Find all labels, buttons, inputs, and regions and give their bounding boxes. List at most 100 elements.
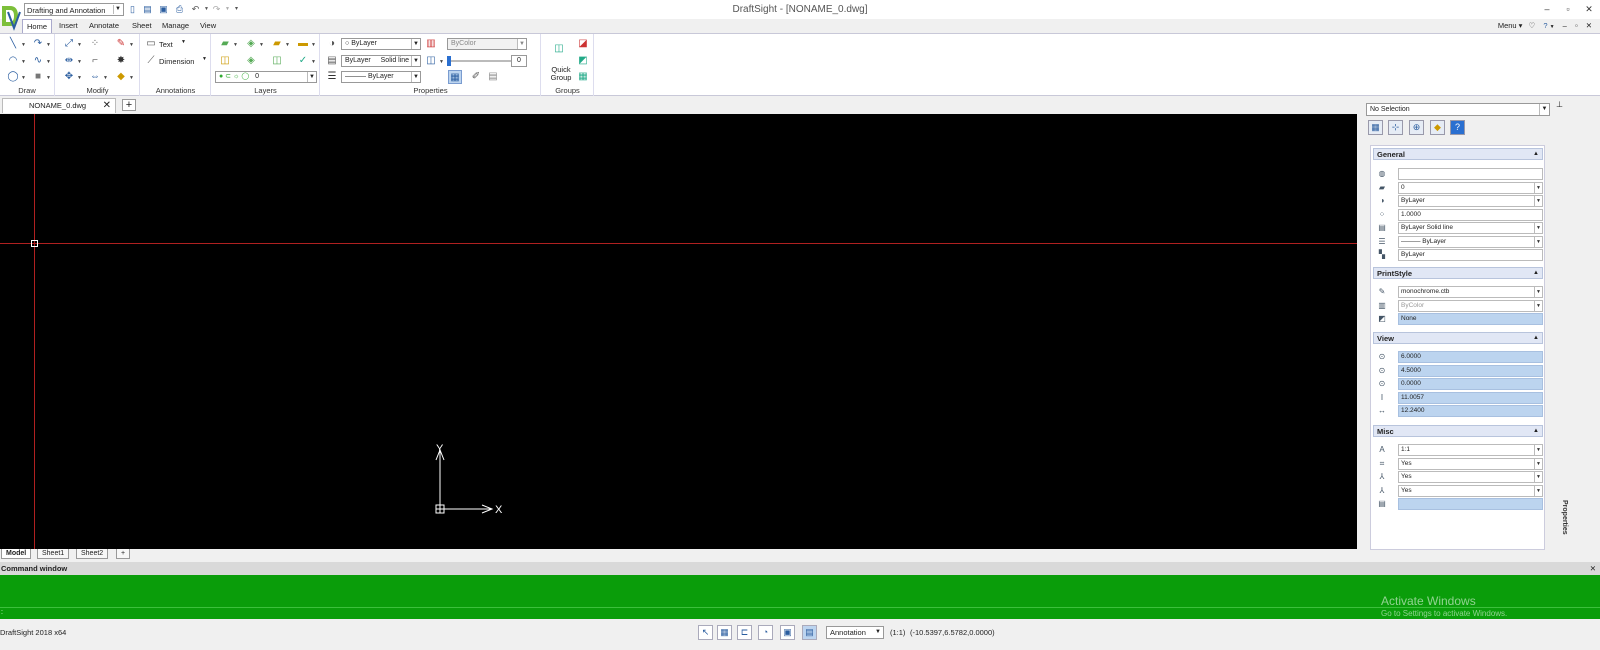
chevron-down-icon[interactable]: ▼ xyxy=(1534,485,1542,496)
tab-home[interactable]: Home xyxy=(22,19,53,33)
drawing-canvas[interactable]: Y X xyxy=(0,114,1357,549)
section-misc[interactable]: Misc ▲ xyxy=(1373,425,1543,437)
heart-icon[interactable]: ♡ xyxy=(1529,21,1536,30)
scale-readout[interactable]: (1:1) xyxy=(890,628,905,637)
transparency-value[interactable]: 0 xyxy=(511,55,527,67)
linestyle-select[interactable]: ByLayer Solid line ▼ xyxy=(341,55,421,67)
dimension-icon[interactable]: ⟋ xyxy=(144,54,158,68)
layer-isolate-icon[interactable]: ◈ xyxy=(244,54,258,68)
menu-button[interactable]: Menu ▾ xyxy=(1498,21,1523,30)
close-command-window-icon[interactable]: ✕ xyxy=(1590,562,1596,575)
layer-unisolate-icon[interactable]: ◫ xyxy=(270,54,284,68)
minimize-icon[interactable]: – xyxy=(1540,3,1554,15)
dimension-dropdown-icon[interactable]: ▼ xyxy=(202,56,207,62)
lineweight-select[interactable]: ——— ByLayer ▼ xyxy=(341,71,421,83)
property-value[interactable]: Yes ▼ xyxy=(1398,484,1543,497)
tab-insert[interactable]: Insert xyxy=(55,19,82,33)
chevron-down-icon[interactable]: ▼ xyxy=(1534,472,1542,482)
group-edit-icon[interactable]: ◪ xyxy=(576,37,590,51)
sheet-tab-sheet2[interactable]: Sheet2 xyxy=(76,549,109,559)
lineweight-display-icon[interactable]: ▦ xyxy=(448,70,462,84)
redo-icon[interactable]: ↷ xyxy=(211,4,222,15)
layer-lock-icon[interactable]: ▬ ▼ xyxy=(296,37,316,51)
undo-icon[interactable]: ↶ xyxy=(190,4,201,15)
property-value[interactable]: ByColor ▼ xyxy=(1398,299,1543,312)
trim-icon[interactable]: ⌐ xyxy=(88,54,102,68)
mirror-icon[interactable]: ⇹ ▼ xyxy=(62,54,82,68)
collapse-icon[interactable]: ▲ xyxy=(1533,333,1539,344)
slider-thumb[interactable] xyxy=(447,56,451,66)
tab-view[interactable]: View xyxy=(196,19,220,33)
ribbon-close-icon[interactable]: ✕ xyxy=(1586,21,1592,30)
property-value[interactable]: ByLayer xyxy=(1398,249,1543,261)
arc-icon[interactable]: ◠ ▼ xyxy=(6,54,26,68)
move-icon[interactable]: ⤢ ▼ xyxy=(62,37,82,51)
grid-icon[interactable]: ▦ xyxy=(717,625,732,640)
esnap-icon[interactable]: ▣ xyxy=(780,625,795,640)
pattern-icon[interactable]: ⁘ xyxy=(88,37,102,51)
selection-select[interactable]: No Selection ▼ xyxy=(1366,103,1550,116)
rectangle-icon[interactable]: ■ ▼ xyxy=(31,70,51,84)
paint-icon[interactable]: ◆ ▼ xyxy=(114,70,134,84)
property-value[interactable]: 4.5000 xyxy=(1398,364,1543,377)
property-value[interactable]: None xyxy=(1398,313,1543,325)
layer-manager-icon[interactable]: ▰ ▼ xyxy=(218,37,238,51)
linestyle-manager-icon[interactable]: ◫ ▼ xyxy=(424,54,444,68)
text-icon[interactable]: ▭ xyxy=(144,37,158,51)
property-value[interactable]: Yes ▼ xyxy=(1398,471,1543,483)
circle-icon[interactable]: ◯ ▼ xyxy=(6,70,26,84)
property-value[interactable]: 12.2400 xyxy=(1398,405,1543,417)
property-value[interactable] xyxy=(1398,168,1543,180)
transparency-slider[interactable] xyxy=(447,56,511,66)
collapse-icon[interactable]: ▲ xyxy=(1533,149,1539,160)
explode-icon[interactable]: ✸ xyxy=(114,54,128,68)
section-printstyle[interactable]: PrintStyle ▲ xyxy=(1373,267,1543,279)
maximize-icon[interactable]: ▫ xyxy=(1561,3,1575,15)
command-input[interactable]: : xyxy=(1,608,1599,618)
property-value[interactable]: 0.0000 xyxy=(1398,378,1543,390)
property-value[interactable]: 0 ▼ xyxy=(1398,181,1543,194)
document-tab[interactable]: NONAME_0.dwg ✕ xyxy=(2,98,116,113)
collapse-icon[interactable]: ▲ xyxy=(1533,426,1539,437)
close-icon[interactable]: ✕ xyxy=(1582,3,1596,15)
sheet-tab-sheet1[interactable]: Sheet1 xyxy=(37,549,70,559)
quick-group-icon[interactable]: ◫ xyxy=(551,42,567,58)
erase-icon[interactable]: ✎ ▼ xyxy=(114,37,134,51)
printstyle-select[interactable]: ByColor ▼ xyxy=(447,38,527,50)
help-icon[interactable]: ? xyxy=(1450,120,1465,135)
layer-state-icon[interactable]: ◈ ▼ xyxy=(244,37,264,51)
customize-quick-access-icon[interactable]: ▾ xyxy=(231,4,242,15)
chevron-down-icon[interactable]: ▼ xyxy=(1534,300,1542,311)
ribbon-minimize-icon[interactable]: – xyxy=(1563,21,1567,30)
property-value[interactable]: 11.0057 xyxy=(1398,391,1543,404)
print-icon[interactable]: ⎙ xyxy=(174,4,185,15)
properties-icon[interactable]: ▤ xyxy=(486,70,500,84)
polyline-icon[interactable]: ↷ ▼ xyxy=(31,37,51,51)
pin-icon[interactable]: ⊥ xyxy=(1556,100,1563,109)
save-icon[interactable]: ▣ xyxy=(158,4,169,15)
spline-icon[interactable]: ∿ ▼ xyxy=(31,54,51,68)
section-general[interactable]: General ▲ xyxy=(1373,148,1543,160)
help-icon[interactable]: ? xyxy=(1543,21,1547,30)
chevron-down-icon[interactable]: ▼ xyxy=(1534,287,1542,297)
chevron-down-icon[interactable]: ▼ xyxy=(1534,223,1542,233)
workspace-select[interactable]: Drafting and Annotation ▼ xyxy=(24,3,124,16)
quick-select-icon[interactable]: ⊹ xyxy=(1388,120,1403,135)
property-value[interactable]: 1.0000 xyxy=(1398,208,1543,221)
property-value[interactable]: ByLayer ▼ xyxy=(1398,195,1543,207)
layer-freeze-icon[interactable]: ▰ ▼ xyxy=(270,37,290,51)
chevron-down-icon[interactable]: ▼ xyxy=(1534,196,1542,206)
property-value[interactable]: 6.0000 xyxy=(1398,351,1543,363)
property-value[interactable] xyxy=(1398,498,1543,510)
command-window[interactable]: : xyxy=(0,575,1600,619)
property-value[interactable]: ByLayer Solid line ▼ xyxy=(1398,222,1543,234)
text-dropdown-icon[interactable]: ▼ xyxy=(181,39,186,45)
property-value[interactable]: ——— ByLayer ▼ xyxy=(1398,235,1543,248)
chevron-down-icon[interactable]: ▼ xyxy=(1534,458,1542,469)
zoom-selection-icon[interactable]: ⊕ xyxy=(1409,120,1424,135)
layer-check-icon[interactable]: ✓ ▼ xyxy=(296,54,316,68)
new-file-icon[interactable]: ▯ xyxy=(127,4,138,15)
chevron-down-icon[interactable]: ▼ xyxy=(1534,445,1542,455)
properties-side-tab[interactable]: Properties xyxy=(1558,500,1568,550)
select-objects-icon[interactable]: ▦ xyxy=(1368,120,1383,135)
